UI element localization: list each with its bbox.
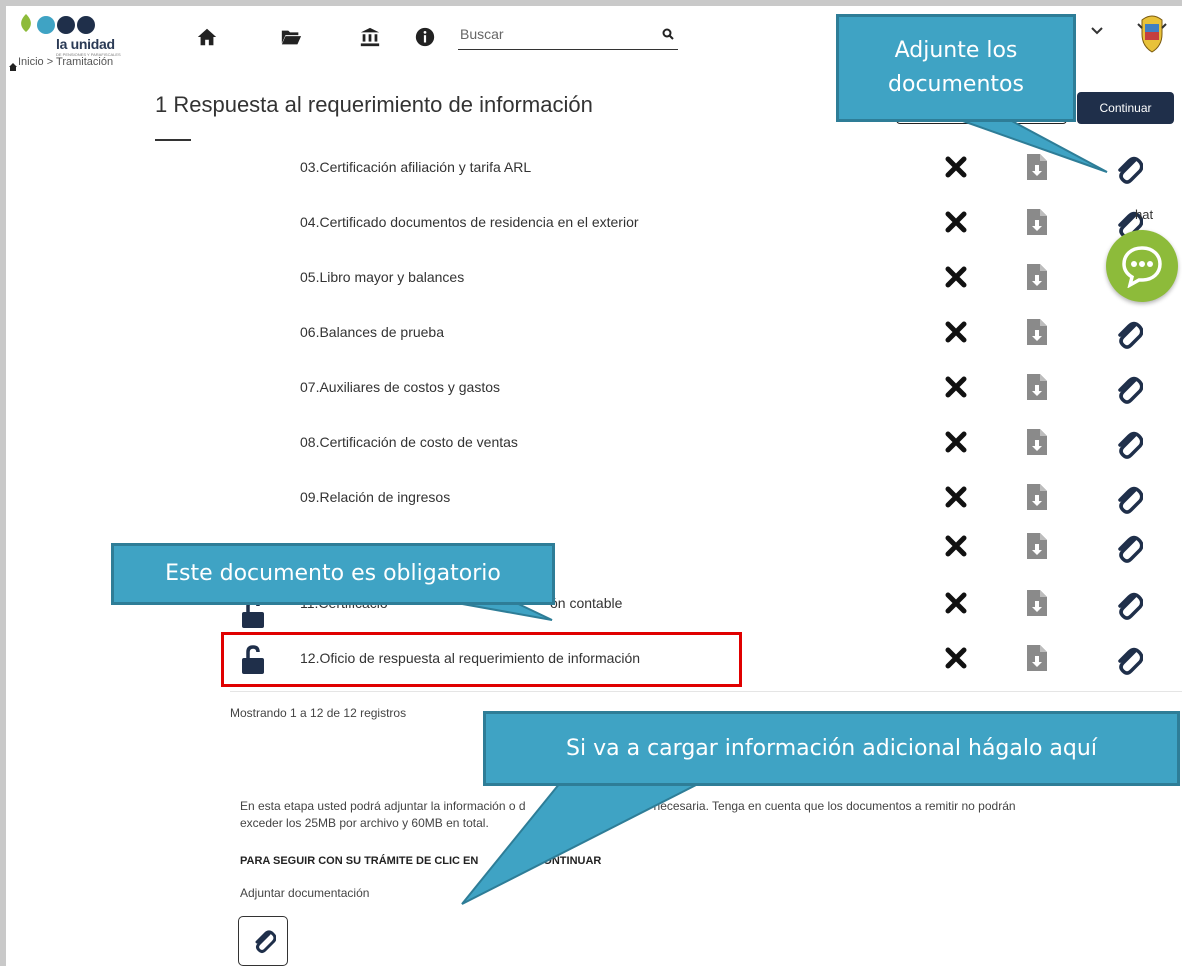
- document-label: 06.Balances de prueba: [300, 324, 444, 340]
- callout-attach-docs: Adjunte los documentos: [836, 14, 1076, 122]
- document-row: 04.Certificado documentos de residencia …: [230, 197, 1160, 251]
- download-file-icon[interactable]: [1025, 482, 1049, 517]
- delete-icon[interactable]: [945, 266, 967, 293]
- chevron-down-icon[interactable]: [1091, 26, 1103, 36]
- logo-dots-icon: [21, 14, 95, 34]
- breadcrumb[interactable]: Inicio > Tramitación: [18, 56, 113, 68]
- paperclip-icon[interactable]: [1115, 590, 1144, 625]
- download-file-icon[interactable]: [1025, 317, 1049, 352]
- paperclip-icon[interactable]: [1115, 484, 1144, 519]
- search-icon[interactable]: [662, 28, 674, 40]
- continue-button[interactable]: Continuar: [1077, 92, 1174, 124]
- chat-bubble-icon: [1122, 246, 1162, 288]
- paperclip-icon[interactable]: [1115, 645, 1144, 680]
- document-row: 09.Relación de ingresos: [230, 472, 1160, 526]
- colombia-shield-icon: [1137, 15, 1167, 53]
- paperclip-icon[interactable]: [1115, 319, 1144, 354]
- download-file-icon[interactable]: [1025, 207, 1049, 242]
- download-file-icon[interactable]: [1025, 372, 1049, 407]
- delete-icon[interactable]: [945, 592, 967, 619]
- paperclip-icon[interactable]: [1115, 429, 1144, 464]
- info-text-part-1: En esta etapa usted podrá adjuntar la in…: [240, 799, 526, 813]
- delete-icon[interactable]: [945, 431, 967, 458]
- callout-mandatory: Este documento es obligatorio: [111, 543, 555, 605]
- breadcrumb-home-icon[interactable]: [8, 62, 18, 72]
- title-underline: [155, 139, 191, 141]
- document-label: 04.Certificado documentos de residencia …: [300, 214, 639, 230]
- logo-text: la unidad: [56, 36, 115, 52]
- document-row: 05.Libro mayor y balances: [230, 252, 1160, 306]
- attach-label: Adjuntar documentación: [240, 886, 370, 900]
- document-row: 03.Certificación afiliación y tarifa ARL: [230, 142, 1160, 196]
- chat-label: hat: [1135, 207, 1154, 222]
- institution-icon[interactable]: [359, 26, 381, 48]
- download-file-icon[interactable]: [1025, 643, 1049, 678]
- attach-additional-button[interactable]: [238, 916, 288, 966]
- document-label: 05.Libro mayor y balances: [300, 269, 465, 285]
- download-file-icon[interactable]: [1025, 588, 1049, 623]
- instruction-part-2: N CONTINUAR: [524, 855, 602, 867]
- document-row: 06.Balances de prueba: [230, 307, 1160, 361]
- delete-icon[interactable]: [945, 156, 967, 183]
- download-file-icon[interactable]: [1025, 152, 1049, 187]
- search-input[interactable]: [458, 20, 638, 48]
- delete-icon[interactable]: [945, 535, 967, 562]
- document-label: 09.Relación de ingresos: [300, 489, 451, 505]
- instruction-text: PARA SEGUIR CON SU TRÁMITE DE CLIC EN N C…: [240, 855, 601, 867]
- document-label: 07.Auxiliares de costos y gastos: [300, 379, 500, 395]
- info-text: En esta etapa usted podrá adjuntar la in…: [240, 798, 1170, 832]
- folder-open-icon[interactable]: [280, 26, 302, 48]
- page-title: 1 Respuesta al requerimiento de informac…: [155, 92, 593, 117]
- delete-icon[interactable]: [945, 376, 967, 403]
- delete-icon[interactable]: [945, 321, 967, 348]
- callout-additional: Si va a cargar información adicional hág…: [483, 711, 1180, 786]
- download-file-icon[interactable]: [1025, 262, 1049, 297]
- records-count: Mostrando 1 a 12 de 12 registros: [230, 706, 407, 720]
- info-text-part-2: me necesaria. Tenga en cuenta que los do…: [633, 799, 1016, 813]
- paperclip-icon[interactable]: [1115, 533, 1144, 568]
- download-file-icon[interactable]: [1025, 531, 1049, 566]
- chat-button[interactable]: [1106, 230, 1178, 302]
- info-icon[interactable]: [414, 26, 436, 48]
- instruction-part-1: PARA SEGUIR CON SU TRÁMITE DE CLIC EN: [240, 855, 479, 867]
- document-label-tail: ón contable: [550, 595, 623, 611]
- mandatory-row-highlight: [221, 632, 742, 687]
- home-icon[interactable]: [196, 26, 218, 48]
- table-divider: [230, 691, 1182, 692]
- paperclip-icon: [255, 930, 276, 953]
- delete-icon[interactable]: [945, 211, 967, 238]
- delete-icon[interactable]: [945, 647, 967, 674]
- document-row: 07.Auxiliares de costos y gastos: [230, 362, 1160, 416]
- document-row: 08.Certificación de costo de ventas: [230, 417, 1160, 471]
- search-box: [458, 20, 678, 50]
- download-file-icon[interactable]: [1025, 427, 1049, 462]
- paperclip-icon[interactable]: [1115, 154, 1144, 189]
- document-label: 03.Certificación afiliación y tarifa ARL: [300, 159, 532, 175]
- paperclip-icon[interactable]: [1115, 374, 1144, 409]
- document-label: 08.Certificación de costo de ventas: [300, 434, 518, 450]
- logo[interactable]: la unidad DE PENSIONES Y PARAFISCALES: [16, 12, 126, 57]
- delete-icon[interactable]: [945, 486, 967, 513]
- info-text-part-3: exceder los 25MB por archivo y 60MB en t…: [240, 816, 489, 830]
